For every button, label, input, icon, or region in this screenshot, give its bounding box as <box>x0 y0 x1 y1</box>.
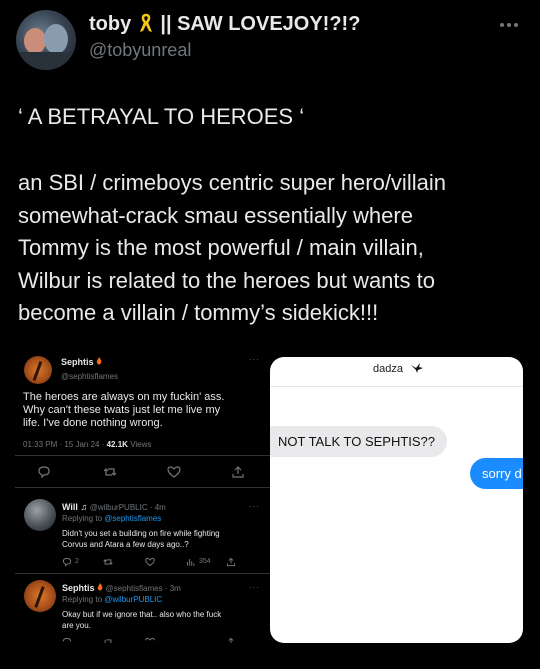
attached-image-chat[interactable]: dadza NOT TALK TO SEPHTIS?? sorry d <box>270 357 523 643</box>
music-note-icon: ♫ <box>80 502 88 512</box>
more-options-icon[interactable] <box>500 14 524 27</box>
sent-message-bubble: sorry d <box>470 458 523 489</box>
reply-action-bar <box>15 637 273 643</box>
received-message-bubble: NOT TALK TO SEPHTIS?? <box>270 426 448 457</box>
views-icon <box>186 559 195 566</box>
like-icon <box>145 637 155 641</box>
reply-action-bar: 2 354 <box>15 557 273 573</box>
retweet-icon <box>103 468 117 476</box>
more-options-icon: ··· <box>249 502 260 511</box>
attached-image-tweet-thread[interactable]: Sephtis @sephtisflames ··· The heroes ar… <box>15 351 273 643</box>
tweet-action-bar <box>15 465 273 481</box>
will-avatar <box>24 499 56 531</box>
more-options-icon: ··· <box>249 355 260 364</box>
tweet-author-name: Will ♫ @wilburPUBLIC · 4m <box>62 502 166 512</box>
replying-to: Replying to @sephtisflames <box>62 514 162 523</box>
profile-avatar[interactable] <box>16 10 76 70</box>
chat-contact-name: dadza <box>373 363 403 375</box>
sephtis-avatar <box>24 580 56 612</box>
tweet-body-line: become a villain / tommy’s sidekick!!! <box>18 300 379 325</box>
tweet-body-line: Tommy is the most powerful / main villai… <box>18 235 424 260</box>
retweet-icon <box>103 559 113 565</box>
retweet-icon <box>104 639 112 643</box>
bird-icon <box>411 363 423 373</box>
reply-icon <box>62 557 72 567</box>
tweet-author-name: Sephtis <box>61 357 102 367</box>
tweet-body: an SBI / crimeboys centric super hero/vi… <box>18 167 518 330</box>
like-icon <box>145 557 155 567</box>
yellow-ribbon-icon <box>139 13 152 32</box>
replying-to: Replying to @wilburPUBLIC <box>62 595 163 604</box>
display-name-suffix: || SAW LOVEJOY!?!? <box>160 13 361 35</box>
reply-icon <box>38 466 50 479</box>
tweet-author-handle: @sephtisflames <box>61 372 119 381</box>
share-icon <box>228 637 234 643</box>
tweet-timestamp: 01:33 PM · 15 Jan 24 · 42.1K Views <box>23 440 152 449</box>
fire-icon <box>97 583 103 591</box>
display-name-prefix: toby <box>89 13 132 35</box>
share-icon <box>226 557 236 567</box>
tweet-title: ‘ A BETRAYAL TO HEROES ‘ <box>18 104 305 129</box>
more-options-icon: ··· <box>249 583 260 592</box>
tweet-body-line: somewhat-crack smau essentially where <box>18 202 413 228</box>
chat-header: dadza <box>270 357 523 387</box>
tweet-author-name: Sephtis @sephtisflames · 3m <box>62 583 181 593</box>
display-name[interactable]: toby || SAW LOVEJOY!?!? <box>89 13 360 36</box>
reply-icon <box>62 637 72 642</box>
tweet-body-line: Wilbur is related to the heroes but want… <box>18 267 435 293</box>
user-handle[interactable]: @tobyunreal <box>89 40 191 61</box>
fire-icon <box>96 357 102 365</box>
tweet-body-line: an SBI / crimeboys centric super hero/vi… <box>18 170 446 195</box>
sephtis-avatar <box>24 356 52 384</box>
reply-text: Okay but if we ignore that.. also who th… <box>62 610 222 630</box>
like-icon <box>167 466 181 478</box>
share-icon <box>232 466 244 478</box>
reply-text: Didn't you set a building on fire while … <box>62 529 220 549</box>
tweet-text: The heroes are always on my fuckin' ass.… <box>23 391 225 429</box>
